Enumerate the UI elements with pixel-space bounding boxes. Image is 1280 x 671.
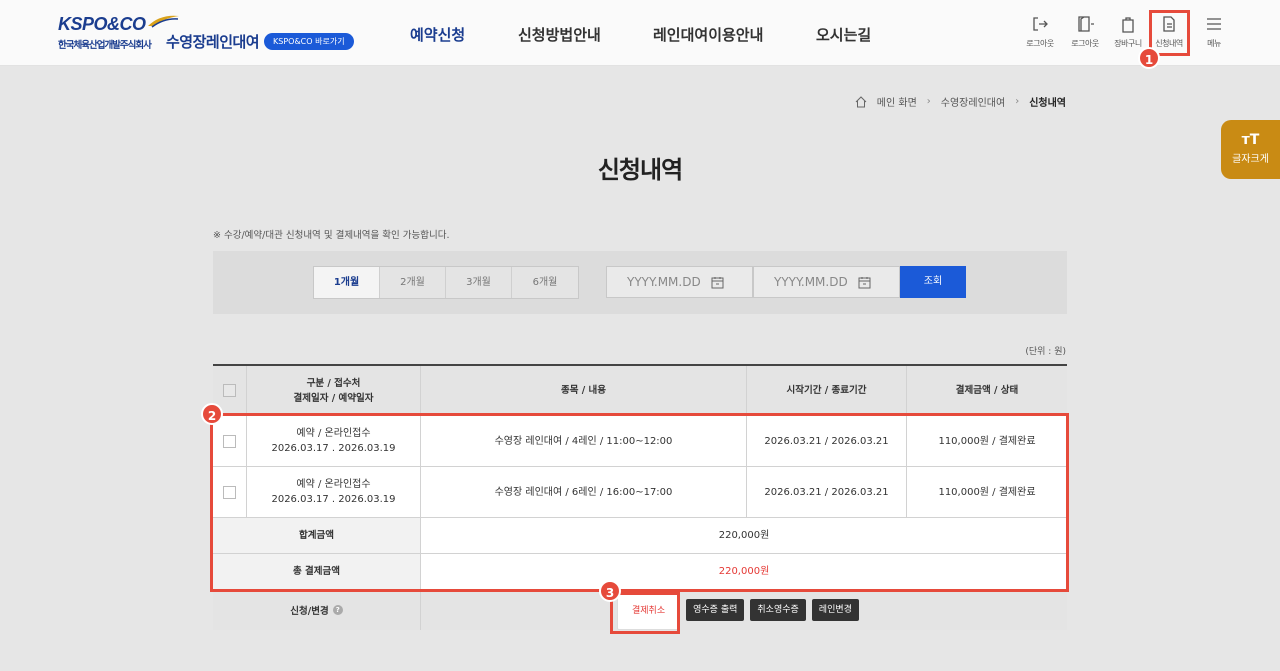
site-header: KSPO&CO 한국체육산업개발주식회사 수영장레인대여 KSPO&CO 바로가…	[0, 0, 1280, 66]
header-period: 시작기간 / 종료기간	[747, 366, 907, 415]
start-date-field[interactable]: YYYY.MM.DD	[606, 266, 753, 298]
logout-button-2[interactable]: 로그아웃	[1063, 14, 1107, 49]
logout-label: 로그아웃	[1026, 39, 1054, 48]
header-amount: 결제금액 / 상태	[955, 385, 1019, 396]
door-icon	[1078, 16, 1094, 32]
header-type: 구분 / 접수처	[306, 377, 361, 389]
end-date-placeholder: YYYY.MM.DD	[774, 275, 848, 289]
action-label: 신청/변경	[290, 606, 329, 617]
print-receipt-button[interactable]: 영수증 출력	[686, 599, 745, 621]
breadcrumb-level1[interactable]: 수영장레인대여	[941, 94, 1005, 109]
unit-label: (단위 : 원)	[1025, 347, 1066, 357]
breadcrumb-home[interactable]: 메인 화면	[877, 94, 917, 109]
header-dates: 결제일자 / 예약일자	[293, 392, 374, 404]
kspo-shortcut-button[interactable]: KSPO&CO 바로가기	[264, 33, 354, 50]
period-1-month[interactable]: 1개월	[314, 267, 380, 298]
logout-label-2: 로그아웃	[1071, 39, 1099, 48]
search-button[interactable]: 조회	[900, 266, 966, 298]
header-content: 종목 / 내용	[421, 366, 747, 415]
period-2-month[interactable]: 2개월	[380, 267, 446, 298]
cart-button[interactable]: 장바구니	[1106, 14, 1150, 49]
cancel-receipt-button[interactable]: 취소영수증	[750, 599, 806, 621]
step-badge-3: 3	[599, 580, 621, 602]
text-size-icon: тT	[1241, 132, 1260, 148]
logo-subtitle: 한국체육산업개발주식회사	[58, 40, 152, 51]
breadcrumb: 메인 화면 › 수영장레인대여 › 신청내역	[855, 94, 1066, 109]
step-badge-2: 2	[201, 403, 223, 425]
start-date-placeholder: YYYY.MM.DD	[627, 275, 701, 289]
notice-text: ※ 수강/예약/대관 신청내역 및 결제내역을 확인 가능합니다.	[213, 230, 450, 241]
nav-reservation[interactable]: 예약신청	[410, 24, 465, 45]
breadcrumb-current: 신청내역	[1029, 98, 1066, 109]
nav-how-to-apply[interactable]: 신청방법안내	[518, 24, 601, 45]
home-icon[interactable]	[855, 95, 867, 108]
site-title[interactable]: 수영장레인대여	[166, 31, 260, 52]
header-type-date: 구분 / 접수처 결제일자 / 예약일자	[247, 366, 421, 415]
table-header: 구분 / 접수처 결제일자 / 예약일자 종목 / 내용 시작기간 / 종료기간…	[213, 366, 1067, 416]
logout-button[interactable]: 로그아웃	[1018, 14, 1062, 49]
help-icon[interactable]: ?	[332, 605, 343, 615]
page-title: 신청내역	[597, 156, 683, 184]
chevron-right-icon: ›	[1015, 96, 1020, 107]
nav-lane-rental-guide[interactable]: 레인대여이용안내	[653, 24, 763, 45]
menu-label: 메뉴	[1207, 39, 1221, 48]
change-lane-button[interactable]: 레인변경	[811, 599, 859, 621]
calendar-icon[interactable]	[711, 276, 724, 289]
highlight-box-2	[210, 413, 1069, 592]
period-selector: 1개월 2개월 3개월 6개월	[313, 266, 579, 299]
calendar-icon[interactable]	[858, 276, 871, 289]
period-6-month[interactable]: 6개월	[512, 267, 578, 298]
menu-button[interactable]: 메뉴	[1192, 14, 1236, 49]
logo-swoosh-icon	[148, 15, 179, 28]
action-label-cell: 신청/변경 ?	[213, 590, 421, 630]
highlight-box-3	[610, 592, 680, 634]
shopping-bag-icon	[1122, 17, 1134, 33]
step-badge-1: 1	[1138, 47, 1160, 69]
chevron-right-icon: ›	[926, 96, 931, 107]
end-date-field[interactable]: YYYY.MM.DD	[753, 266, 900, 298]
kspo-logo[interactable]: KSPO&CO 한국체육산업개발주식회사	[58, 14, 180, 51]
period-3-month[interactable]: 3개월	[446, 267, 512, 298]
nav-directions[interactable]: 오시는길	[816, 24, 871, 45]
search-panel: 1개월 2개월 3개월 6개월 YYYY.MM.DD YYYY.MM.DD 조회	[213, 251, 1067, 314]
logout-icon	[1033, 17, 1048, 31]
hamburger-menu-icon	[1207, 18, 1221, 30]
select-all-checkbox[interactable]	[223, 384, 236, 397]
